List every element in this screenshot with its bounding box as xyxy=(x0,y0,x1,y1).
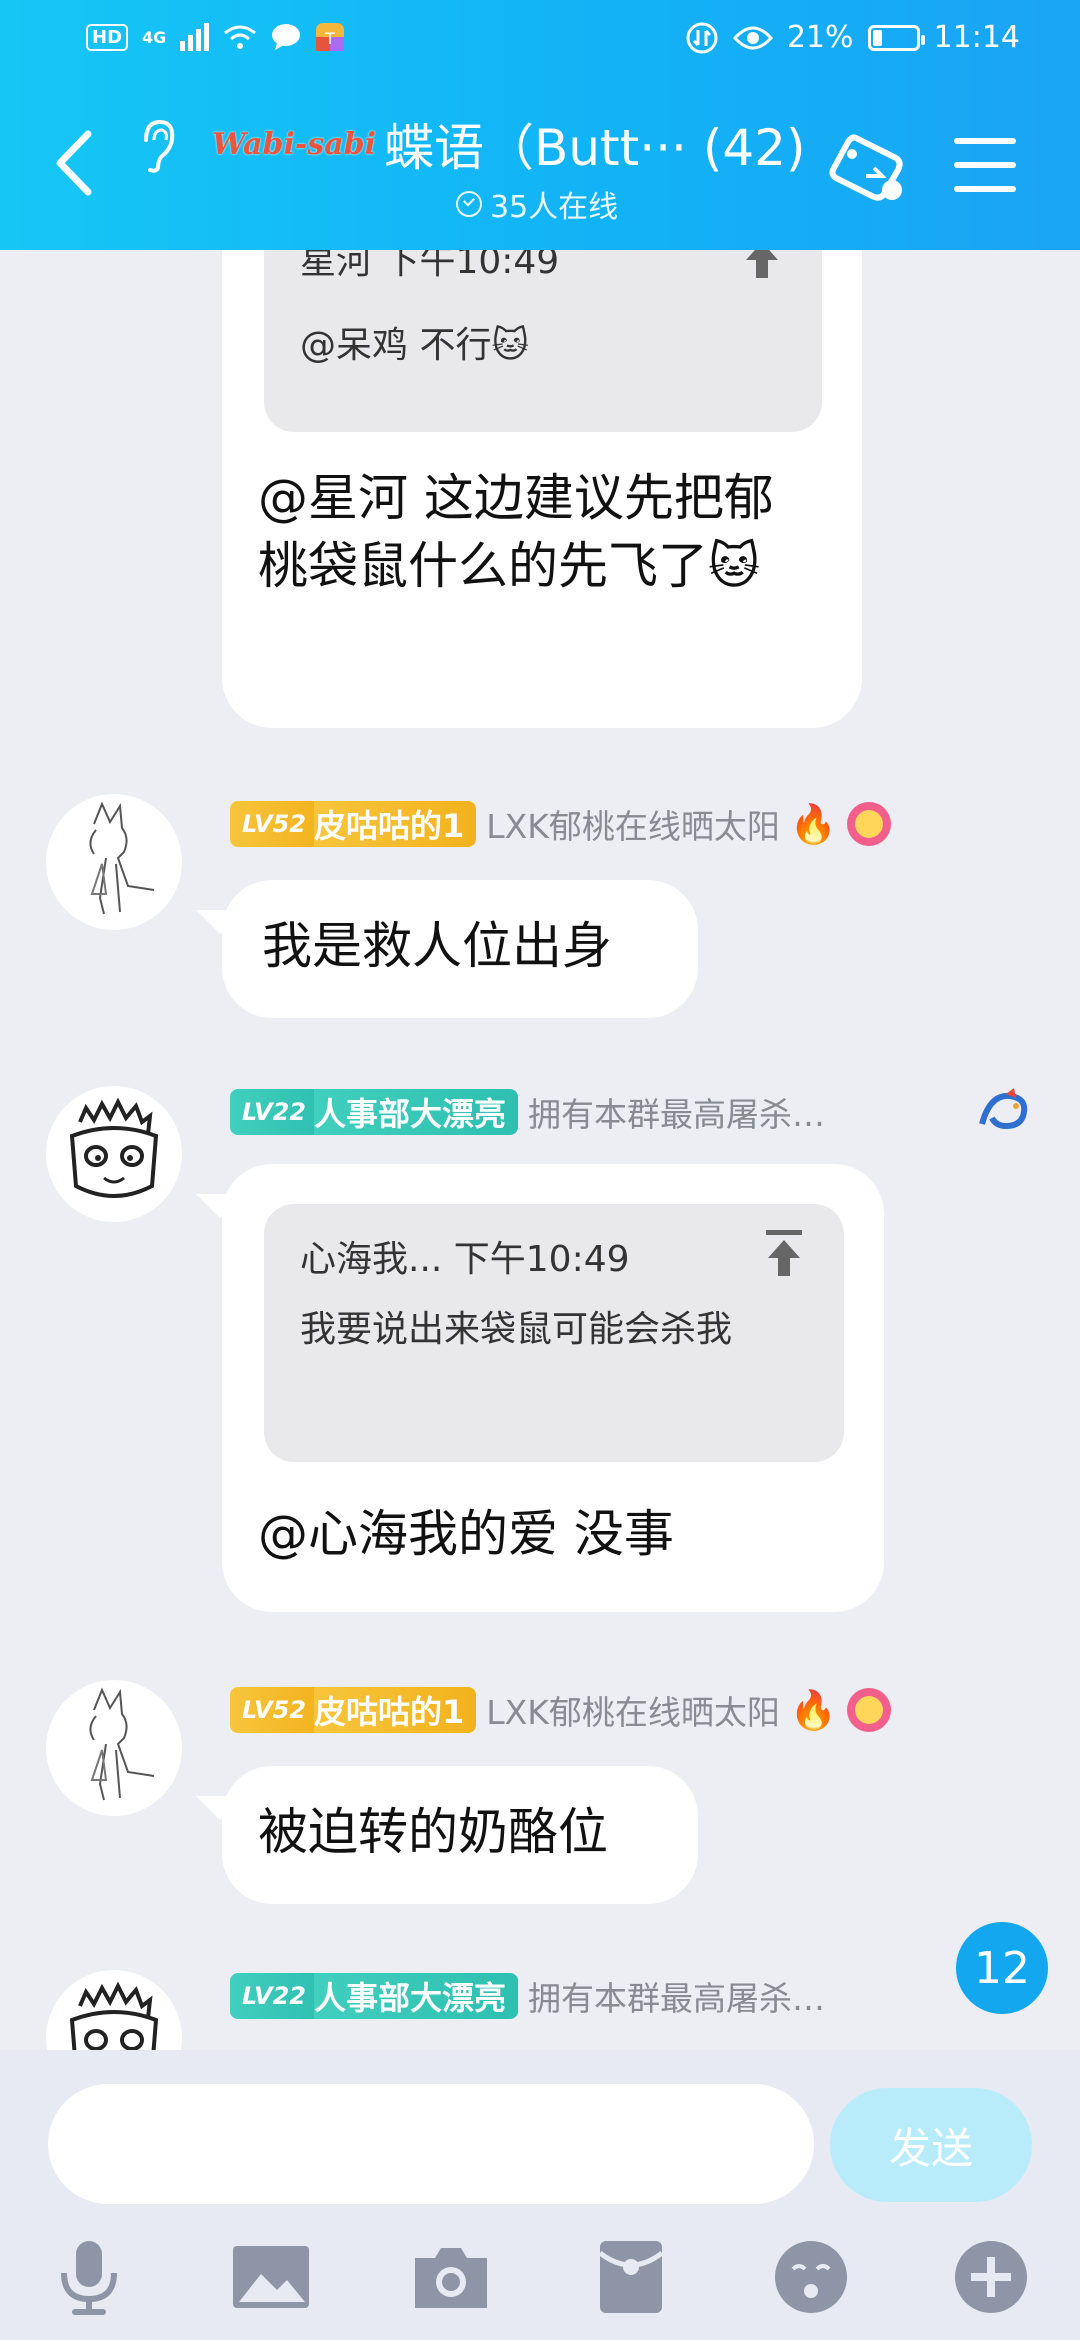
group-tag-icon[interactable] xyxy=(826,128,910,208)
sender-nickname: 人事部大漂亮 xyxy=(313,1089,518,1135)
image-icon[interactable] xyxy=(226,2232,316,2322)
microphone-icon[interactable] xyxy=(44,2232,134,2322)
online-status[interactable]: 35人在线 xyxy=(456,182,618,226)
wifi-icon xyxy=(224,25,257,49)
level-badge: LV22 xyxy=(230,1973,324,2019)
emoji-icon[interactable] xyxy=(766,2232,856,2322)
message-input[interactable] xyxy=(48,2084,814,2204)
quote-text: 我要说出来袋鼠可能会杀我 xyxy=(300,1309,733,1350)
camera-icon[interactable] xyxy=(406,2232,496,2322)
level-badge: LV22 xyxy=(230,1089,324,1135)
send-button[interactable]: 发送 xyxy=(830,2088,1032,2202)
back-button[interactable] xyxy=(50,128,100,198)
sender-info[interactable]: LV22 人事部大漂亮 拥有本群最高屠杀… xyxy=(230,1972,825,2020)
sender-info[interactable]: LV22 人事部大漂亮 拥有本群最高屠杀… xyxy=(230,1088,825,1136)
svg-text:T: T xyxy=(324,29,335,48)
cat-avatar-icon xyxy=(69,1981,159,2050)
sender-nickname: 皮咕咕的1 xyxy=(313,1687,477,1733)
member-title: 拥有本群最高屠杀… xyxy=(527,1979,825,2018)
unread-count-badge[interactable]: 12 xyxy=(956,1922,1048,2014)
message-list[interactable]: 星河 下午10:49 @呆鸡 不行🐱 @星河 这边建议先把郁桃袋鼠什么的先飞了🐱… xyxy=(0,250,1080,2050)
jump-to-top-icon[interactable] xyxy=(742,250,782,280)
message-bubble[interactable]: 星河 下午10:49 @呆鸡 不行🐱 @星河 这边建议先把郁桃袋鼠什么的先飞了🐱 xyxy=(222,250,862,728)
online-count: 35人在线 xyxy=(490,190,619,225)
fire-icon: 🔥 xyxy=(789,1687,838,1732)
status-bar: HD 4G T 21% 11:14 xyxy=(0,0,1080,82)
group-name: 蝶语（Butt··· (42) xyxy=(384,119,806,177)
quote-meta: 星河 下午10:49 xyxy=(300,250,560,282)
quoted-message[interactable]: 星河 下午10:49 @呆鸡 不行🐱 xyxy=(264,250,822,432)
ear-icon[interactable] xyxy=(138,118,178,174)
red-packet-icon[interactable] xyxy=(586,2232,676,2322)
plus-icon[interactable] xyxy=(946,2232,1036,2322)
level-badge: LV52 xyxy=(230,801,324,847)
clock: 11:14 xyxy=(933,20,1020,55)
quoted-message[interactable]: 心海我... 下午10:49 我要说出来袋鼠可能会杀我 xyxy=(264,1204,844,1462)
message-bubble[interactable]: 心海我... 下午10:49 我要说出来袋鼠可能会杀我 @心海我的爱 没事 xyxy=(222,1164,884,1612)
signal-icon xyxy=(180,23,210,51)
battery-icon xyxy=(867,24,925,51)
message-bubble[interactable]: 我是救人位出身 xyxy=(222,880,698,1018)
avatar[interactable] xyxy=(46,1680,182,1816)
member-title: LXK郁桃在线晒太阳 xyxy=(486,1693,780,1732)
data-saver-icon xyxy=(686,22,718,53)
level-badge: LV52 xyxy=(230,1687,324,1733)
avatar[interactable] xyxy=(46,1970,182,2050)
message-text: @星河 这边建议先把郁桃袋鼠什么的先飞了🐱 xyxy=(258,469,774,595)
online-check-icon xyxy=(456,191,482,217)
group-title[interactable]: Wabi-sabi 蝶语（Butt··· (42) xyxy=(212,108,805,180)
composer: 发送 xyxy=(0,2050,1080,2340)
flower-smile-icon xyxy=(847,1688,892,1732)
quote-text: @呆鸡 不行🐱 xyxy=(300,325,529,366)
group-logo: Wabi-sabi xyxy=(212,126,377,162)
network-type: 4G xyxy=(142,27,167,47)
app-notification-icon: T xyxy=(316,23,345,51)
sketch-avatar-icon xyxy=(89,1687,155,1801)
quote-meta: 心海我... 下午10:49 xyxy=(300,1239,630,1280)
message-bubble[interactable]: 被迫转的奶酪位 xyxy=(222,1766,698,1904)
message-text: @心海我的爱 没事 xyxy=(258,1505,674,1563)
dragon-icon xyxy=(979,1088,1028,1130)
fire-icon: 🔥 xyxy=(789,801,838,846)
input-toolbar xyxy=(0,2232,1080,2340)
menu-button[interactable] xyxy=(954,138,1016,192)
member-title: 拥有本群最高屠杀… xyxy=(527,1095,825,1134)
sender-nickname: 人事部大漂亮 xyxy=(313,1973,518,2019)
jump-to-top-icon[interactable] xyxy=(764,1228,804,1278)
chat-header: HD 4G T 21% 11:14 Wabi-sabi 蝶语（Butt··· (… xyxy=(0,0,1080,250)
hd-indicator: HD xyxy=(86,23,129,51)
sender-info[interactable]: LV52 皮咕咕的1 LXK郁桃在线晒太阳 🔥 xyxy=(230,1686,892,1734)
sender-nickname: 皮咕咕的1 xyxy=(313,801,477,847)
sender-info[interactable]: LV52 皮咕咕的1 LXK郁桃在线晒太阳 🔥 xyxy=(230,800,892,848)
sketch-avatar-icon xyxy=(89,801,155,915)
eye-comfort-icon xyxy=(732,26,773,49)
message-text: 被迫转的奶酪位 xyxy=(258,1803,608,1861)
battery-percent: 21% xyxy=(786,20,854,55)
avatar[interactable] xyxy=(46,1086,182,1222)
flower-smile-icon xyxy=(847,802,892,846)
message-text: 我是救人位出身 xyxy=(262,917,612,975)
avatar[interactable] xyxy=(46,794,182,930)
message-notification-icon xyxy=(272,24,301,50)
member-title: LXK郁桃在线晒太阳 xyxy=(486,807,780,846)
cat-avatar-icon xyxy=(69,1097,159,1198)
